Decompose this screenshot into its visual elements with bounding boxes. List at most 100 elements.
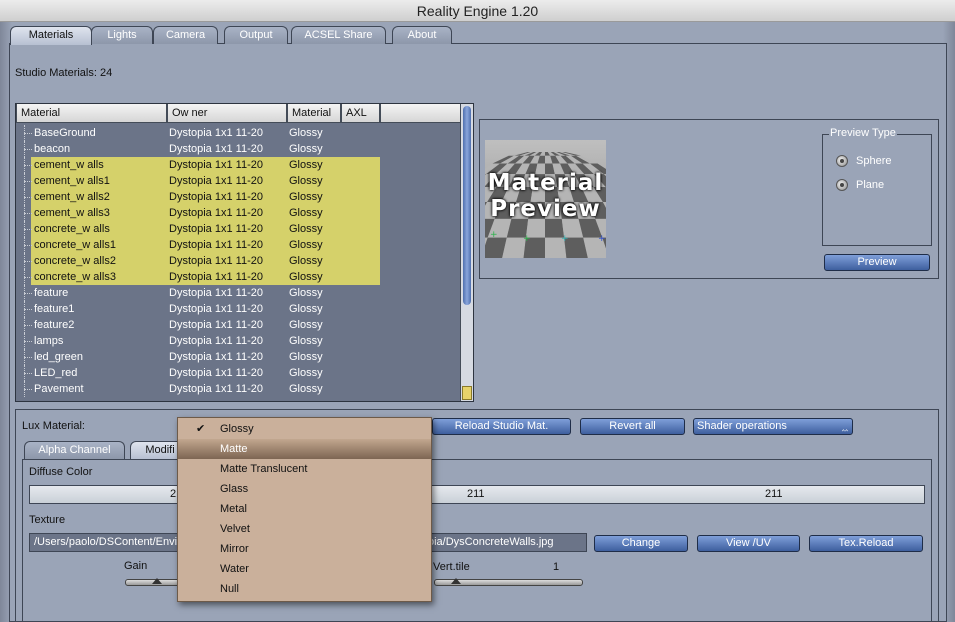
row-material-type: Glossy [289,383,323,395]
tree-connector [24,285,34,301]
row-material-type: Glossy [289,303,323,315]
table-row[interactable]: concrete_w alls1 Dystopia 1x1 11-20 Glossy [16,237,462,253]
material-preview-image: + + + + Material Preview [485,140,606,258]
menu-item-glossy[interactable]: ✔ Glossy [178,419,431,439]
tree-connector [24,141,34,157]
menu-item-glass[interactable]: Glass [178,479,431,499]
tab-about[interactable]: About [392,26,452,44]
menu-item-velvet[interactable]: Velvet [178,519,431,539]
lux-material-label: Lux Material: [22,420,85,432]
table-row[interactable]: BaseGround Dystopia 1x1 11-20 Glossy [16,125,462,141]
tab-acsel-share[interactable]: ACSEL Share [291,26,386,44]
table-row[interactable]: feature2 Dystopia 1x1 11-20 Glossy [16,317,462,333]
diffuse-color-label: Diffuse Color [29,466,93,478]
texture-label: Texture [29,514,66,526]
column-axl[interactable]: AXL [341,104,380,123]
row-owner: Dystopia 1x1 11-20 [169,255,263,267]
tab-lights[interactable]: Lights [91,26,153,44]
table-row[interactable]: lamps Dystopia 1x1 11-20 Glossy [16,333,462,349]
texture-change-button[interactable]: Change [594,535,688,552]
row-material-name: feature1 [34,303,75,315]
tree-connector [24,221,34,237]
row-material-type: Glossy [289,207,323,219]
row-material-name: LED_red [34,367,78,379]
table-row[interactable]: feature Dystopia 1x1 11-20 Glossy [16,285,462,301]
row-material-type: Glossy [289,159,323,171]
menu-item-label: Mirror [220,543,249,555]
column-empty [380,104,462,123]
shader-operations-select[interactable]: Shader operations ‸‸ [693,418,853,435]
chevron-down-icon: ‸‸ [841,421,848,431]
menu-item-label: Matte Translucent [220,463,308,475]
table-scrollbar[interactable] [460,104,473,401]
revert-all-button[interactable]: Revert all [580,418,685,435]
column-owner[interactable]: Ow ner [167,104,287,123]
table-row[interactable]: beacon Dystopia 1x1 11-20 Glossy [16,141,462,157]
table-row[interactable]: cement_w alls1 Dystopia 1x1 11-20 Glossy [16,173,462,189]
preview-type-title: Preview Type [829,127,897,139]
row-owner: Dystopia 1x1 11-20 [169,367,263,379]
gain-slider-knob[interactable] [152,578,162,584]
row-material-name: feature [34,287,69,299]
table-row[interactable]: concrete_w alls2 Dystopia 1x1 11-20 Glossy [16,253,462,269]
row-material-name: beacon [34,143,71,155]
row-material-name: BaseGround [34,127,96,139]
table-row[interactable]: led_green Dystopia 1x1 11-20 Glossy [16,349,462,365]
menu-item-water[interactable]: Water [178,559,431,579]
row-owner: Dystopia 1x1 11-20 [169,319,263,331]
svg-text:+: + [561,234,569,244]
table-row[interactable]: concrete_w alls Dystopia 1x1 11-20 Glossy [16,221,462,237]
column-material[interactable]: Material [16,104,167,123]
scrollbar-resize-handle[interactable] [462,386,472,400]
tab-camera[interactable]: Camera [153,26,218,44]
tree-connector [24,237,34,253]
table-row[interactable]: cement_w alls3 Dystopia 1x1 11-20 Glossy [16,205,462,221]
row-material-name: concrete_w alls1 [34,239,116,251]
row-owner: Dystopia 1x1 11-20 [169,287,263,299]
diffuse-color-bar[interactable]: 21 211 211 [29,485,925,504]
row-material-type: Glossy [289,351,323,363]
reload-studio-mat-button[interactable]: Reload Studio Mat. [432,418,571,435]
vert-tile-slider-knob[interactable] [451,578,461,584]
texture-reload-button[interactable]: Tex.Reload [809,535,923,552]
menu-item-metal[interactable]: Metal [178,499,431,519]
menu-item-mirror[interactable]: Mirror [178,539,431,559]
row-material-name: lamps [34,335,64,347]
table-row[interactable]: LED_red Dystopia 1x1 11-20 Glossy [16,365,462,381]
row-material-type: Glossy [289,223,323,235]
table-row[interactable]: cement_w alls2 Dystopia 1x1 11-20 Glossy [16,189,462,205]
row-owner: Dystopia 1x1 11-20 [169,175,263,187]
diffuse-g-value: 211 [467,488,485,500]
tree-connector [24,333,34,349]
table-row[interactable]: Pavement Dystopia 1x1 11-20 Glossy [16,381,462,397]
row-material-name: concrete_w alls [34,223,110,235]
plane-radio[interactable] [836,179,848,191]
tab-alpha-channel[interactable]: Alpha Channel [24,441,125,459]
menu-item-label: Velvet [220,523,250,535]
row-owner: Dystopia 1x1 11-20 [169,351,263,363]
tree-connector [24,381,34,397]
tab-output[interactable]: Output [224,26,288,44]
scrollbar-thumb[interactable] [463,106,471,305]
row-material-name: cement_w alls2 [34,191,110,203]
sphere-radio[interactable] [836,155,848,167]
tree-connector [24,253,34,269]
preview-button[interactable]: Preview [824,254,930,271]
menu-item-label: Matte [220,443,248,455]
menu-item-matte-translucent[interactable]: Matte Translucent [178,459,431,479]
menu-item-null[interactable]: Null [178,579,431,599]
tree-connector [24,365,34,381]
menu-item-matte[interactable]: Matte [178,439,431,459]
tab-materials[interactable]: Materials [10,26,92,45]
table-row[interactable]: concrete_w alls3 Dystopia 1x1 11-20 Glossy [16,269,462,285]
vert-tile-value: 1 [553,561,560,573]
row-material-type: Glossy [289,191,323,203]
table-row[interactable]: cement_w alls Dystopia 1x1 11-20 Glossy [16,157,462,173]
column-material-type[interactable]: Material [287,104,341,123]
table-row[interactable]: feature1 Dystopia 1x1 11-20 Glossy [16,301,462,317]
row-material-type: Glossy [289,255,323,267]
window-title: Reality Engine 1.20 [0,0,955,22]
svg-text:+: + [523,234,531,244]
view-uv-button[interactable]: View /UV [697,535,800,552]
svg-text:+: + [490,230,498,240]
